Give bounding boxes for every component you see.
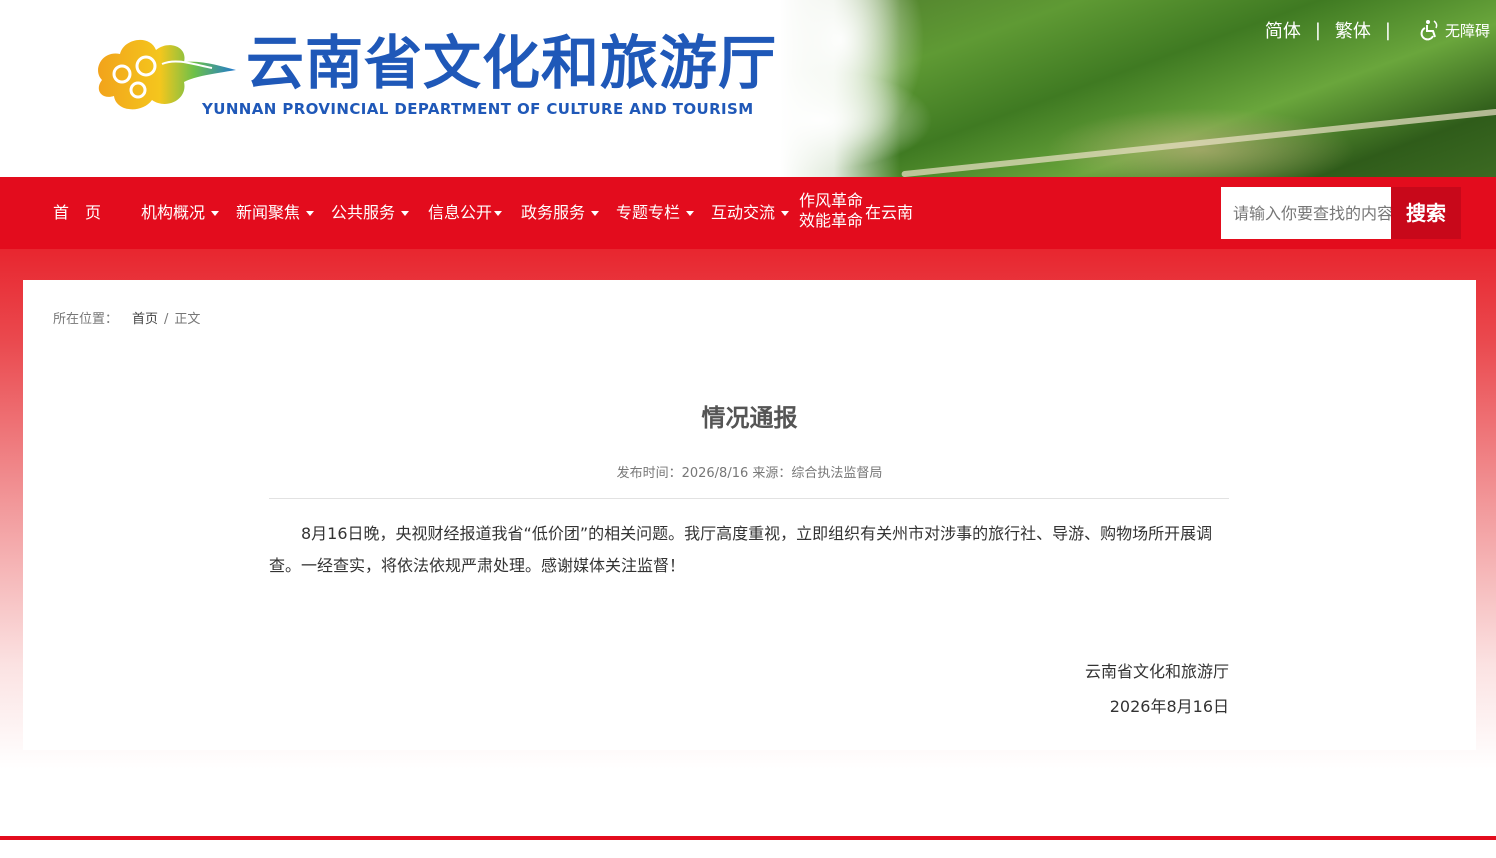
nav-item-interaction[interactable]: 互动交流 bbox=[711, 177, 790, 249]
nav-home[interactable]: 首 页 bbox=[53, 177, 101, 249]
nav-item-in-yunnan[interactable]: 在云南 bbox=[865, 177, 913, 249]
site-name-en: YUNNAN PROVINCIAL DEPARTMENT OF CULTURE … bbox=[202, 100, 754, 118]
site-header: 云南省文化和旅游厅 YUNNAN PROVINCIAL DEPARTMENT O… bbox=[0, 0, 1496, 177]
nav-label: 公共服务 bbox=[331, 203, 396, 222]
nav-item-news[interactable]: 新闻聚焦 bbox=[236, 177, 315, 249]
article-meta: 发布时间：2026/8/16 来源：综合执法监督局 bbox=[616, 466, 883, 481]
breadcrumb-home-link[interactable]: 首页 bbox=[132, 312, 158, 327]
article-card: 所在位置： 首页 / 正文 情况通报 发布时间：2026/8/16 来源：综合执法监督… bbox=[23, 280, 1476, 750]
nav-label: 专题专栏 bbox=[616, 203, 681, 222]
breadcrumb-separator: / bbox=[164, 312, 169, 327]
breadcrumb-label: 所在位置： bbox=[53, 312, 119, 327]
nav-label: 信息公开 bbox=[428, 203, 493, 222]
nav-item-gov-service[interactable]: 政务服务 bbox=[521, 177, 600, 249]
breadcrumb: 所在位置： 首页 / 正文 bbox=[53, 308, 200, 327]
nav-item-info-disclosure[interactable]: 信息公开 bbox=[428, 177, 503, 249]
caret-down-icon bbox=[306, 211, 315, 216]
caret-down-icon bbox=[781, 211, 790, 216]
language-switcher: 简体 | 繁体 | 无障碍 bbox=[1265, 17, 1496, 43]
nav-item-topics[interactable]: 专题专栏 bbox=[616, 177, 695, 249]
caret-down-icon bbox=[211, 211, 220, 216]
nav-label-line2: 效能革命 bbox=[799, 211, 864, 230]
nav-item-style-revolution[interactable]: 作风革命 效能革命 bbox=[799, 191, 863, 231]
nav-label: 政务服务 bbox=[521, 203, 586, 222]
search-input[interactable] bbox=[1221, 187, 1391, 239]
footer-line bbox=[0, 836, 1496, 840]
caret-down-icon bbox=[494, 211, 503, 216]
nav-item-org-overview[interactable]: 机构概况 bbox=[141, 177, 220, 249]
search-button[interactable]: 搜索 bbox=[1391, 187, 1461, 239]
site-name-cn: 云南省文化和旅游厅 bbox=[246, 29, 778, 97]
lang-separator: | bbox=[1314, 19, 1321, 41]
nav-label: 互动交流 bbox=[711, 203, 776, 222]
accessibility-link[interactable]: 无障碍 bbox=[1419, 19, 1490, 41]
nav-label: 机构概况 bbox=[141, 203, 206, 222]
accessibility-label: 无障碍 bbox=[1444, 21, 1490, 40]
caret-down-icon bbox=[686, 211, 695, 216]
nav-item-public-service[interactable]: 公共服务 bbox=[331, 177, 410, 249]
caret-down-icon bbox=[591, 211, 600, 216]
signature-org: 云南省文化和旅游厅 bbox=[1084, 662, 1229, 681]
wheelchair-icon bbox=[1420, 20, 1438, 41]
breadcrumb-current: 正文 bbox=[174, 312, 201, 327]
lang-traditional-link[interactable]: 繁体 bbox=[1335, 17, 1371, 43]
signature-date: 2026年8月16日 bbox=[1109, 697, 1229, 716]
nav-label-line1: 作风革命 bbox=[799, 191, 864, 210]
article-body: 8月16日晚，央视财经报道我省“低价团”的相关问题。我厅高度重视，立即组织有关州… bbox=[269, 524, 1213, 575]
nav-label: 新闻聚焦 bbox=[236, 203, 301, 222]
lang-separator: | bbox=[1384, 19, 1391, 41]
caret-down-icon bbox=[401, 211, 410, 216]
article-title: 情况通报 bbox=[701, 404, 798, 432]
lang-simplified-link[interactable]: 简体 bbox=[1265, 17, 1301, 43]
divider bbox=[269, 498, 1229, 499]
